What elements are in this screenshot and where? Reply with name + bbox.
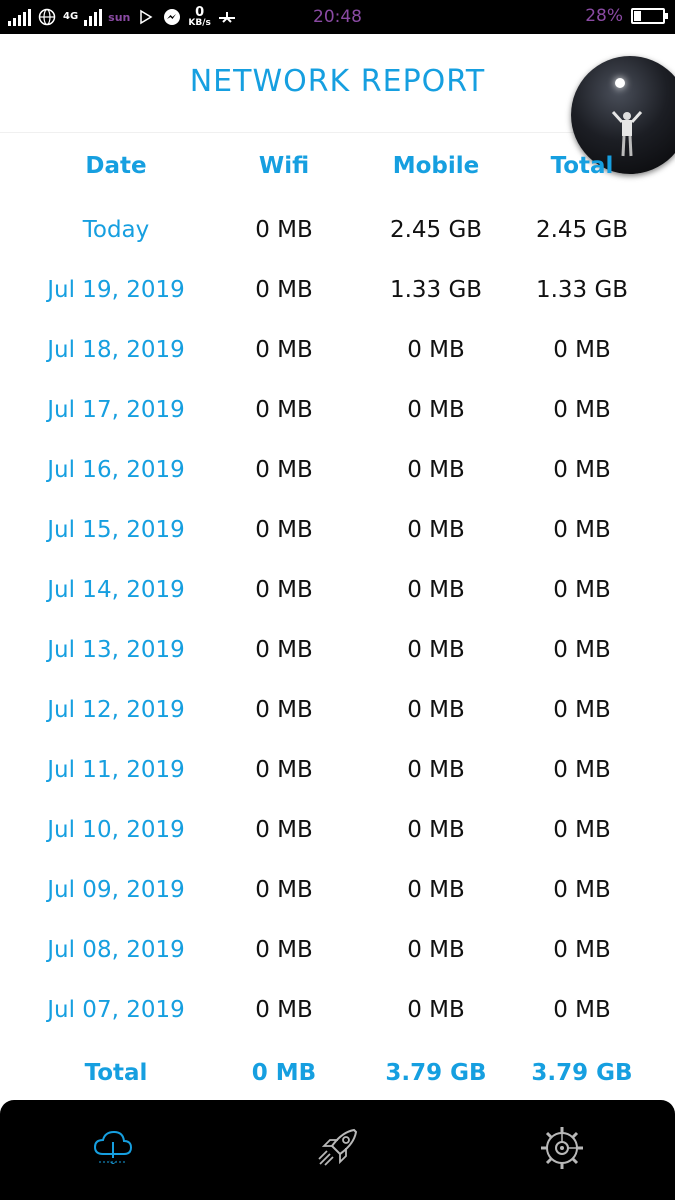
row-date: Jul 12, 2019	[47, 697, 185, 723]
row-date: Jul 15, 2019	[47, 517, 185, 543]
table-row: Jul 10, 2019 0 MB 0 MB 0 MB	[0, 800, 675, 860]
row-date: Jul 11, 2019	[47, 757, 185, 783]
cloud-download-icon	[93, 1130, 133, 1164]
status-bar: 4G sun 0 KB/s 20:48 28%	[0, 0, 675, 34]
table-row: Jul 14, 2019 0 MB 0 MB 0 MB	[0, 560, 675, 620]
row-date: Jul 18, 2019	[47, 337, 185, 363]
row-date: Jul 08, 2019	[47, 937, 185, 963]
table-row: Jul 12, 2019 0 MB 0 MB 0 MB	[0, 680, 675, 740]
row-date: Today	[82, 217, 150, 243]
row-wifi: 0 MB	[255, 697, 313, 723]
row-wifi: 0 MB	[255, 277, 313, 303]
row-mobile: 1.33 GB	[389, 277, 483, 303]
row-mobile: 0 MB	[407, 337, 465, 363]
row-date: Jul 07, 2019	[47, 997, 185, 1023]
column-header-date: Date	[85, 153, 147, 179]
row-total: 0 MB	[553, 517, 611, 543]
row-wifi: 0 MB	[255, 397, 313, 423]
row-wifi: 0 MB	[255, 997, 313, 1023]
row-date: Jul 14, 2019	[47, 577, 185, 603]
table-header-row: Date Wifi Mobile Total	[0, 136, 675, 196]
gear-icon	[541, 1127, 583, 1169]
row-mobile: 0 MB	[407, 817, 465, 843]
table-row: Jul 09, 2019 0 MB 0 MB 0 MB	[0, 860, 675, 920]
table-row: Jul 08, 2019 0 MB 0 MB 0 MB	[0, 920, 675, 980]
table-row: Jul 19, 2019 0 MB 1.33 GB 1.33 GB	[0, 260, 675, 320]
column-header-mobile: Mobile	[392, 153, 480, 179]
total-wifi: 0 MB	[251, 1060, 317, 1086]
nav-network-report[interactable]	[83, 1118, 143, 1178]
table-row: Jul 13, 2019 0 MB 0 MB 0 MB	[0, 620, 675, 680]
row-mobile: 2.45 GB	[389, 217, 483, 243]
rocket-icon	[318, 1128, 358, 1166]
row-total: 0 MB	[553, 757, 611, 783]
bottom-navigation	[0, 1100, 675, 1200]
row-total: 0 MB	[553, 337, 611, 363]
row-mobile: 0 MB	[407, 997, 465, 1023]
row-wifi: 0 MB	[255, 757, 313, 783]
row-total: 0 MB	[553, 457, 611, 483]
row-total: 0 MB	[553, 997, 611, 1023]
column-header-wifi: Wifi	[258, 153, 310, 179]
row-wifi: 0 MB	[255, 877, 313, 903]
table-row: Jul 15, 2019 0 MB 0 MB 0 MB	[0, 500, 675, 560]
table-row: Today 0 MB 2.45 GB 2.45 GB	[0, 200, 675, 260]
total-total: 3.79 GB	[531, 1060, 633, 1086]
nav-speed-boost[interactable]	[308, 1118, 368, 1178]
column-header-total: Total	[550, 153, 614, 179]
table-row: Jul 11, 2019 0 MB 0 MB 0 MB	[0, 740, 675, 800]
row-mobile: 0 MB	[407, 577, 465, 603]
total-label: Total	[84, 1060, 148, 1086]
row-mobile: 0 MB	[407, 637, 465, 663]
row-mobile: 0 MB	[407, 697, 465, 723]
row-total: 0 MB	[553, 817, 611, 843]
row-date: Jul 16, 2019	[47, 457, 185, 483]
battery-percent: 28%	[585, 6, 623, 26]
row-mobile: 0 MB	[407, 877, 465, 903]
row-mobile: 0 MB	[407, 517, 465, 543]
total-mobile: 3.79 GB	[385, 1060, 487, 1086]
row-mobile: 0 MB	[407, 457, 465, 483]
battery-icon	[631, 8, 668, 24]
status-time: 20:48	[313, 7, 362, 27]
row-total: 0 MB	[553, 397, 611, 423]
row-mobile: 0 MB	[407, 937, 465, 963]
row-mobile: 0 MB	[407, 757, 465, 783]
row-wifi: 0 MB	[255, 937, 313, 963]
row-date: Jul 10, 2019	[47, 817, 185, 843]
row-wifi: 0 MB	[255, 817, 313, 843]
row-total: 0 MB	[553, 577, 611, 603]
nav-settings[interactable]	[532, 1118, 592, 1178]
row-wifi: 0 MB	[255, 337, 313, 363]
row-wifi: 0 MB	[255, 577, 313, 603]
row-date: Jul 09, 2019	[47, 877, 185, 903]
row-wifi: 0 MB	[255, 457, 313, 483]
row-total: 1.33 GB	[535, 277, 629, 303]
row-total: 0 MB	[553, 937, 611, 963]
row-wifi: 0 MB	[255, 637, 313, 663]
table-row: Jul 18, 2019 0 MB 0 MB 0 MB	[0, 320, 675, 380]
row-total: 0 MB	[553, 637, 611, 663]
row-total: 0 MB	[553, 877, 611, 903]
table-total-row: Total 0 MB 3.79 GB 3.79 GB	[0, 1043, 675, 1103]
table-row: Jul 07, 2019 0 MB 0 MB 0 MB	[0, 980, 675, 1040]
row-date: Jul 19, 2019	[47, 277, 185, 303]
row-wifi: 0 MB	[255, 217, 313, 243]
table-row: Jul 17, 2019 0 MB 0 MB 0 MB	[0, 380, 675, 440]
row-mobile: 0 MB	[407, 397, 465, 423]
row-date: Jul 17, 2019	[47, 397, 185, 423]
table-row: Jul 16, 2019 0 MB 0 MB 0 MB	[0, 440, 675, 500]
row-total: 2.45 GB	[535, 217, 629, 243]
row-total: 0 MB	[553, 697, 611, 723]
row-wifi: 0 MB	[255, 517, 313, 543]
row-date: Jul 13, 2019	[47, 637, 185, 663]
